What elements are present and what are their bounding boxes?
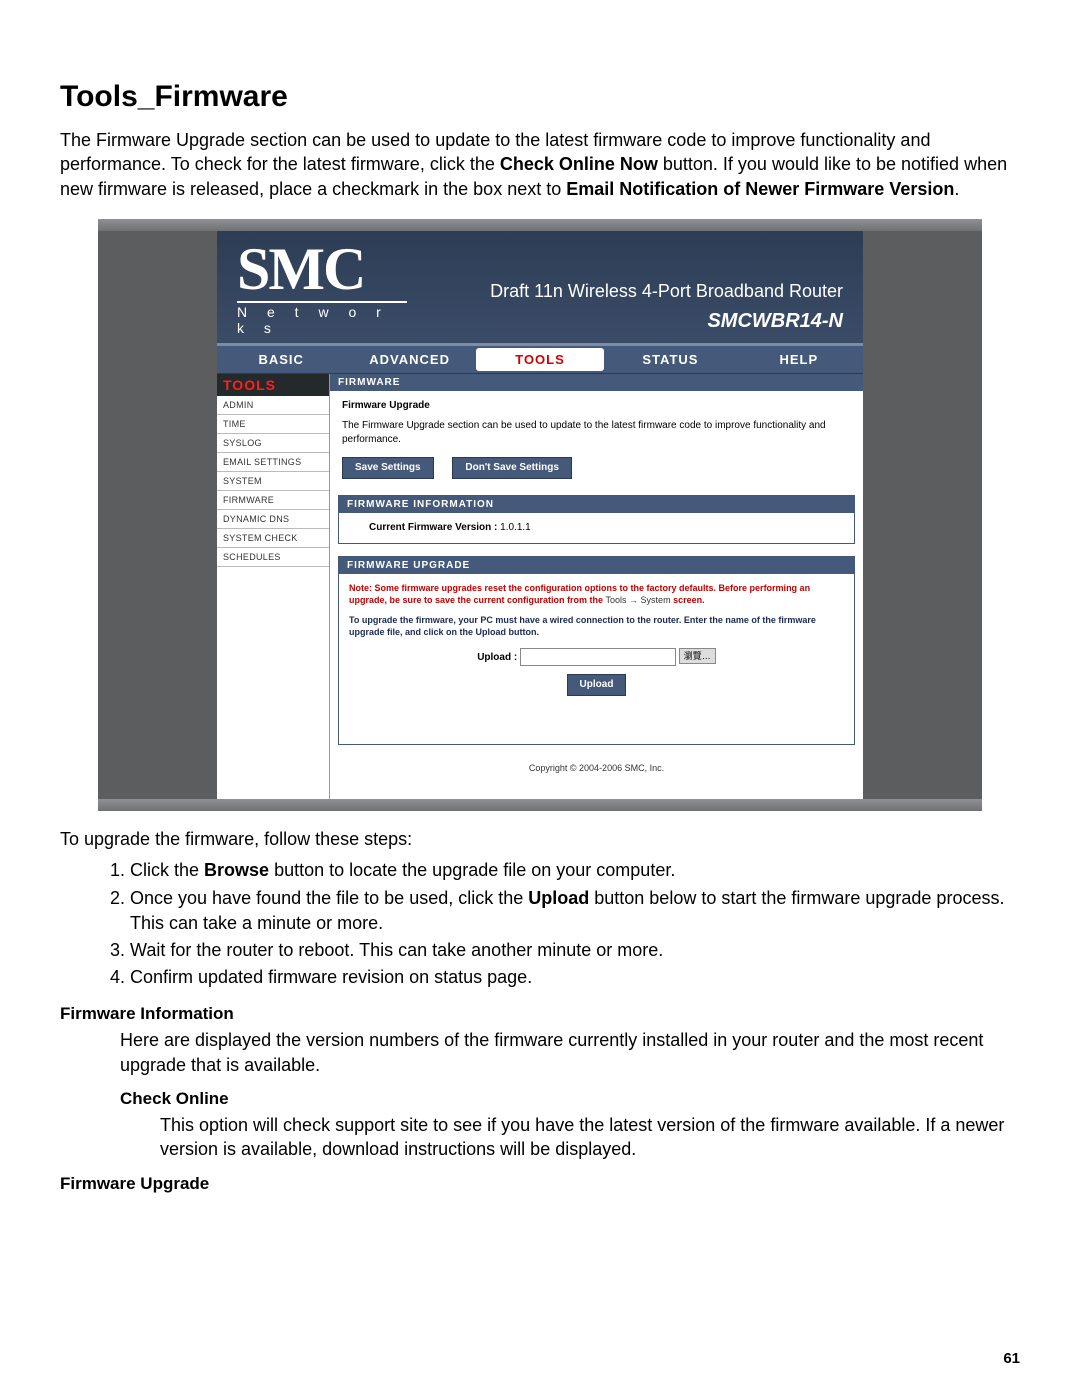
intro-text-3: . [954, 179, 959, 199]
check-online-heading: Check Online [120, 1089, 1020, 1109]
intro-bold-1: Check Online Now [500, 154, 658, 174]
upload-button[interactable]: Upload [567, 674, 627, 696]
page-number: 61 [1003, 1350, 1020, 1367]
sidebar-item-schedules[interactable]: SCHEDULES [217, 548, 329, 567]
firmware-info-header: FIRMWARE INFORMATION [339, 496, 854, 513]
upgrade-warning-a: Note: Some firmware upgrades reset the c… [349, 583, 810, 605]
step-2: Once you have found the file to be used,… [130, 886, 1020, 936]
fw-info-body: Here are displayed the version numbers o… [120, 1028, 1020, 1077]
intro-bold-2: Email Notification of Newer Firmware Ver… [566, 179, 954, 199]
step-1: Click the Browse button to locate the up… [130, 858, 1020, 883]
firmware-upgrade-box: FIRMWARE UPGRADE Note: Some firmware upg… [338, 556, 855, 746]
nav-status[interactable]: STATUS [606, 346, 734, 373]
upgrade-warning-path: Tools → System [606, 595, 671, 605]
section-firmware-subheader: Firmware Upgrade [342, 399, 851, 413]
browse-button[interactable]: 瀏覽… [679, 648, 716, 664]
section-firmware-body: The Firmware Upgrade section can be used… [342, 419, 851, 447]
top-nav: BASIC ADVANCED TOOLS STATUS HELP [217, 346, 863, 374]
current-fw-value: 1.0.1.1 [500, 522, 531, 533]
steps-list: Click the Browse button to locate the up… [60, 858, 1020, 990]
sidebar-item-firmware[interactable]: FIRMWARE [217, 491, 329, 510]
sidebar-item-ddns[interactable]: DYNAMIC DNS [217, 510, 329, 529]
product-name: Draft 11n Wireless 4-Port Broadband Rout… [425, 281, 843, 302]
dont-save-settings-button[interactable]: Don't Save Settings [452, 457, 572, 479]
sidebar-item-time[interactable]: TIME [217, 415, 329, 434]
step-1c: button to locate the upgrade file on you… [269, 860, 675, 880]
current-fw-label: Current Firmware Version : [369, 522, 497, 533]
firmware-upgrade-header: FIRMWARE UPGRADE [339, 557, 854, 574]
steps-intro: To upgrade the firmware, follow these st… [60, 829, 1020, 850]
model-number: SMCWBR14-N [425, 310, 843, 333]
upload-path-input[interactable] [520, 648, 676, 666]
sidebar: TOOLS ADMIN TIME SYSLOG EMAIL SETTINGS S… [217, 374, 330, 800]
section-firmware-header: FIRMWARE [330, 374, 863, 391]
fw-upgrade-heading: Firmware Upgrade [60, 1174, 1020, 1194]
page-title: Tools_Firmware [60, 80, 1020, 114]
upgrade-warning: Note: Some firmware upgrades reset the c… [349, 582, 844, 606]
nav-help[interactable]: HELP [735, 346, 863, 373]
sidebar-item-syslog[interactable]: SYSLOG [217, 434, 329, 453]
step-3: Wait for the router to reboot. This can … [130, 938, 1020, 963]
router-header: SMC N e t w o r k s Draft 11n Wireless 4… [217, 231, 863, 346]
brand-small: N e t w o r k s [237, 304, 389, 336]
step-2a: Once you have found the file to be used,… [130, 888, 528, 908]
save-settings-button[interactable]: Save Settings [342, 457, 434, 479]
sidebar-title: TOOLS [217, 374, 329, 396]
nav-basic[interactable]: BASIC [217, 346, 345, 373]
step-1a: Click the [130, 860, 204, 880]
step-4: Confirm updated firmware revision on sta… [130, 965, 1020, 990]
router-screenshot: SMC N e t w o r k s Draft 11n Wireless 4… [98, 219, 982, 812]
sidebar-item-systemcheck[interactable]: SYSTEM CHECK [217, 529, 329, 548]
nav-tools[interactable]: TOOLS [476, 348, 604, 371]
upload-label: Upload : [477, 652, 517, 663]
upgrade-instruction: To upgrade the firmware, your PC must ha… [349, 614, 844, 638]
sidebar-item-admin[interactable]: ADMIN [217, 396, 329, 415]
main-content: FIRMWARE Firmware Upgrade The Firmware U… [330, 374, 863, 800]
step-2b: Upload [528, 888, 589, 908]
check-online-body: This option will check support site to s… [160, 1113, 1020, 1162]
copyright: Copyright © 2004-2006 SMC, Inc. [330, 757, 863, 783]
firmware-info-box: FIRMWARE INFORMATION Current Firmware Ve… [338, 495, 855, 544]
intro-paragraph: The Firmware Upgrade section can be used… [60, 128, 1020, 201]
sidebar-item-system[interactable]: SYSTEM [217, 472, 329, 491]
step-1b: Browse [204, 860, 269, 880]
brand-logo: SMC N e t w o r k s [237, 239, 407, 337]
nav-advanced[interactable]: ADVANCED [345, 346, 473, 373]
sidebar-item-email[interactable]: EMAIL SETTINGS [217, 453, 329, 472]
brand-big: SMC [237, 239, 407, 303]
fw-info-heading: Firmware Information [60, 1004, 1020, 1024]
upgrade-warning-b: screen. [673, 595, 705, 605]
